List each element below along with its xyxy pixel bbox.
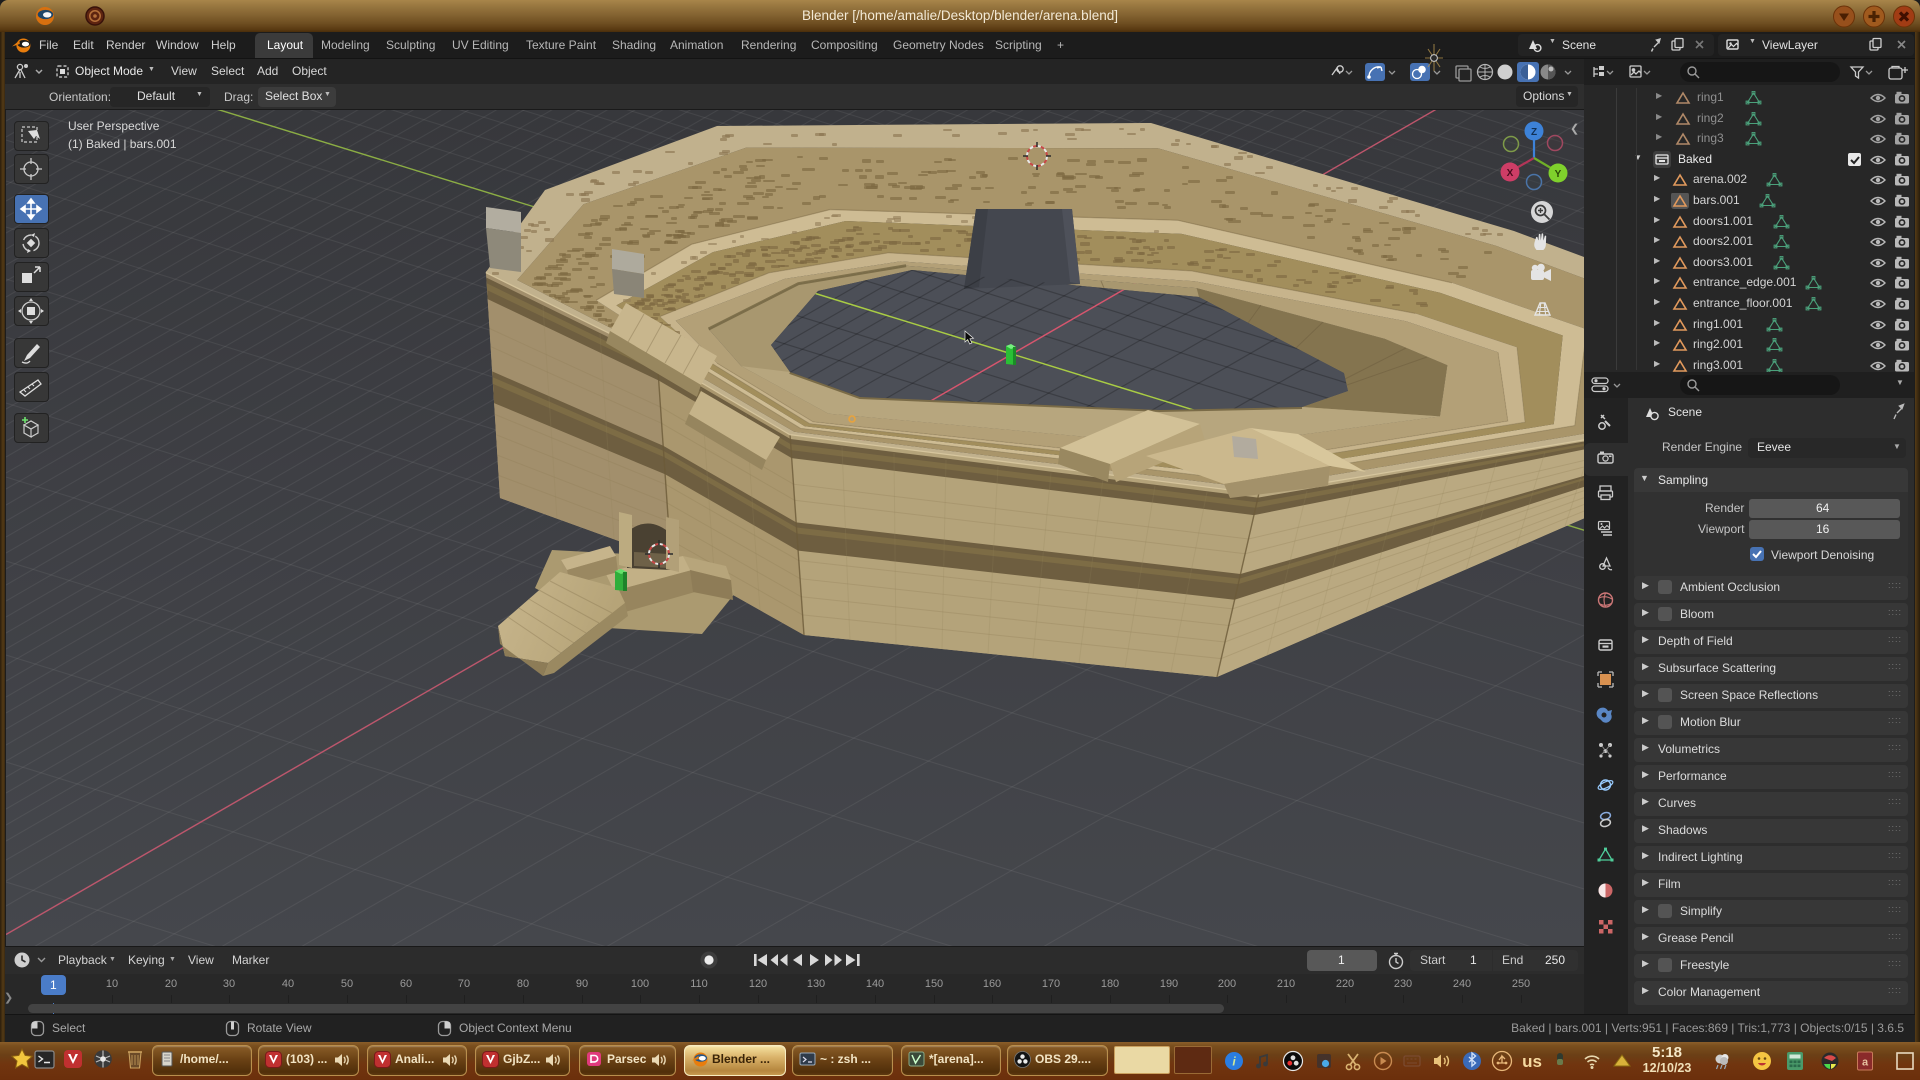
svg-text:us: us [1522, 1052, 1542, 1071]
svg-text:X: X [1507, 168, 1514, 179]
svg-text:Z: Z [1531, 127, 1537, 138]
svg-text:a: a [1862, 1057, 1869, 1069]
svg-text:Y: Y [1555, 169, 1562, 180]
